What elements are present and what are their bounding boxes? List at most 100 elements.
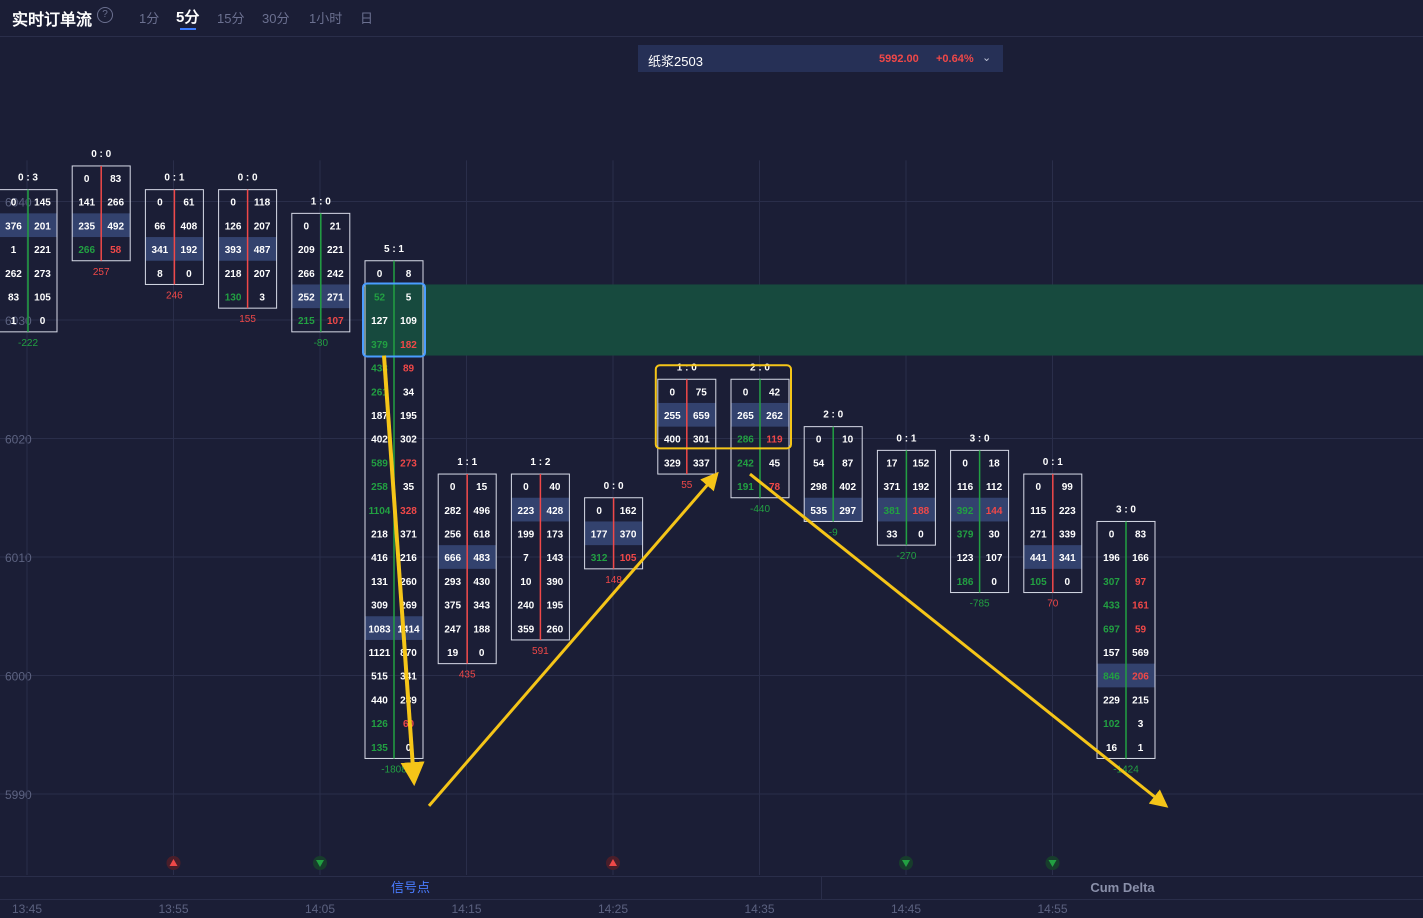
timeframe-day[interactable]: 日	[360, 8, 373, 27]
ask-volume: 339	[1059, 529, 1076, 540]
help-icon[interactable]: ?	[97, 7, 113, 23]
candle-delta: -440	[750, 504, 770, 515]
candle-delta: 591	[532, 646, 549, 657]
imbalance-ratio: 1 : 0	[311, 196, 331, 207]
ask-volume: 152	[913, 458, 930, 469]
price-zone	[364, 284, 1423, 356]
bid-volume: 126	[225, 221, 242, 232]
bid-volume: 0	[596, 506, 602, 517]
imbalance-ratio: 1 : 2	[530, 457, 550, 468]
candle-delta: -785	[970, 599, 990, 610]
imbalance-ratio: 1 : 1	[457, 457, 477, 468]
footprint-chart[interactable]: 59906000601060206030604013:45 13:55 14:05 1…	[0, 0, 1423, 918]
bid-volume: 187	[371, 411, 388, 422]
bid-volume: 209	[298, 245, 315, 256]
timeframe-1m[interactable]: 1分	[139, 8, 159, 27]
ask-volume: 343	[473, 601, 490, 612]
chevron-down-icon[interactable]: ⌄	[982, 51, 991, 64]
timeframe-5m[interactable]: 5分	[176, 6, 199, 27]
footprint-candle: 17 152 371 192 381 188 33 0	[876, 449, 936, 546]
trend-arrow	[427, 471, 719, 807]
bid-volume: 371	[884, 482, 901, 493]
tab-signal-points[interactable]: 信号点	[0, 877, 821, 899]
candle-delta: 70	[1047, 599, 1059, 610]
imbalance-ratio: 0 : 1	[896, 433, 916, 444]
ask-volume: 390	[547, 577, 564, 588]
bid-volume: 0	[84, 174, 90, 185]
bid-volume: 196	[1103, 553, 1120, 564]
y-tick-label: 5990	[5, 788, 32, 802]
bid-volume: 0	[670, 387, 676, 398]
bid-volume: 102	[1103, 719, 1120, 730]
bid-volume: 0	[304, 221, 310, 232]
ask-volume: 221	[34, 245, 51, 256]
ask-volume: 10	[842, 435, 854, 446]
x-tick-label: 14:55	[1037, 902, 1067, 916]
x-tick-label: 14:25	[598, 902, 628, 916]
ask-volume: 195	[547, 601, 564, 612]
ask-volume: 341	[1059, 553, 1076, 564]
bid-volume: 240	[518, 601, 535, 612]
symbol-selector[interactable]: 纸浆2503 5992.00 +0.64% ⌄	[638, 45, 1003, 72]
ask-volume: 0	[918, 529, 924, 540]
bid-volume: 392	[957, 506, 974, 517]
bid-volume: 242	[737, 458, 754, 469]
bid-volume: 131	[371, 577, 388, 588]
ask-volume: 221	[327, 245, 344, 256]
bid-volume: 441	[1030, 553, 1047, 564]
bid-volume: 379	[957, 529, 974, 540]
bid-volume: 256	[444, 529, 461, 540]
bid-volume: 0	[450, 482, 456, 493]
bid-volume: 293	[444, 577, 461, 588]
tab-cum-delta[interactable]: Cum Delta	[822, 877, 1423, 899]
ask-volume: 195	[400, 411, 417, 422]
footprint-candle: 0 15 282 496 256 618 666 483 293 430 375 343 247 188 1…	[437, 473, 497, 665]
timeframe-1h[interactable]: 1小时	[309, 8, 342, 27]
bid-volume: 123	[957, 553, 974, 564]
timeframe-30m[interactable]: 30分	[262, 8, 289, 27]
bid-volume: 393	[225, 245, 242, 256]
candle-delta: -80	[314, 338, 329, 349]
candle-delta: -222	[18, 338, 38, 349]
x-tick-label: 14:45	[891, 902, 921, 916]
ask-volume: 492	[107, 221, 124, 232]
ask-volume: 618	[473, 529, 490, 540]
ask-volume: 58	[110, 245, 122, 256]
candle-delta: 257	[93, 267, 110, 278]
bid-volume: 116	[957, 482, 974, 493]
ask-volume: 301	[693, 435, 710, 446]
footprint-candle: 0 18 116 112 392 144 379 30 123 107 186 0	[950, 449, 1010, 594]
bid-volume: 8	[157, 269, 163, 280]
app-title: 实时订单流	[12, 12, 93, 29]
bid-volume: 341	[152, 245, 169, 256]
ask-volume: 107	[327, 316, 344, 327]
timeframe-15m[interactable]: 15分	[217, 8, 244, 27]
ask-volume: 302	[400, 435, 417, 446]
bid-volume: 307	[1103, 577, 1120, 588]
ask-volume: 408	[181, 221, 198, 232]
bid-volume: 1121	[369, 648, 391, 659]
x-tick-label: 13:55	[158, 902, 188, 916]
ask-volume: 182	[400, 340, 417, 351]
bid-volume: 359	[518, 624, 535, 635]
footprint-candle: 0 118 126 207 393 487 218 207 130 3	[218, 189, 278, 309]
bid-volume: 535	[810, 506, 827, 517]
ask-volume: 18	[989, 458, 1001, 469]
ask-volume: 105	[34, 292, 51, 303]
ask-volume: 35	[403, 482, 415, 493]
candle-delta: 155	[239, 314, 256, 325]
ask-volume: 0	[479, 648, 485, 659]
ask-volume: 0	[1065, 577, 1071, 588]
ask-volume: 30	[989, 529, 1001, 540]
bid-volume: 697	[1103, 624, 1120, 635]
y-tick-label: 6000	[5, 670, 32, 684]
bid-volume: 266	[298, 269, 315, 280]
ask-volume: 83	[110, 174, 122, 185]
bid-volume: 130	[225, 292, 242, 303]
ask-volume: 109	[400, 316, 417, 327]
footprint-candle: 0 162 177 370 312 105	[584, 497, 644, 570]
imbalance-ratio: 1 : 0	[677, 362, 697, 373]
bid-volume: 286	[737, 435, 754, 446]
ask-volume: 0	[991, 577, 997, 588]
bid-volume: 255	[664, 411, 681, 422]
